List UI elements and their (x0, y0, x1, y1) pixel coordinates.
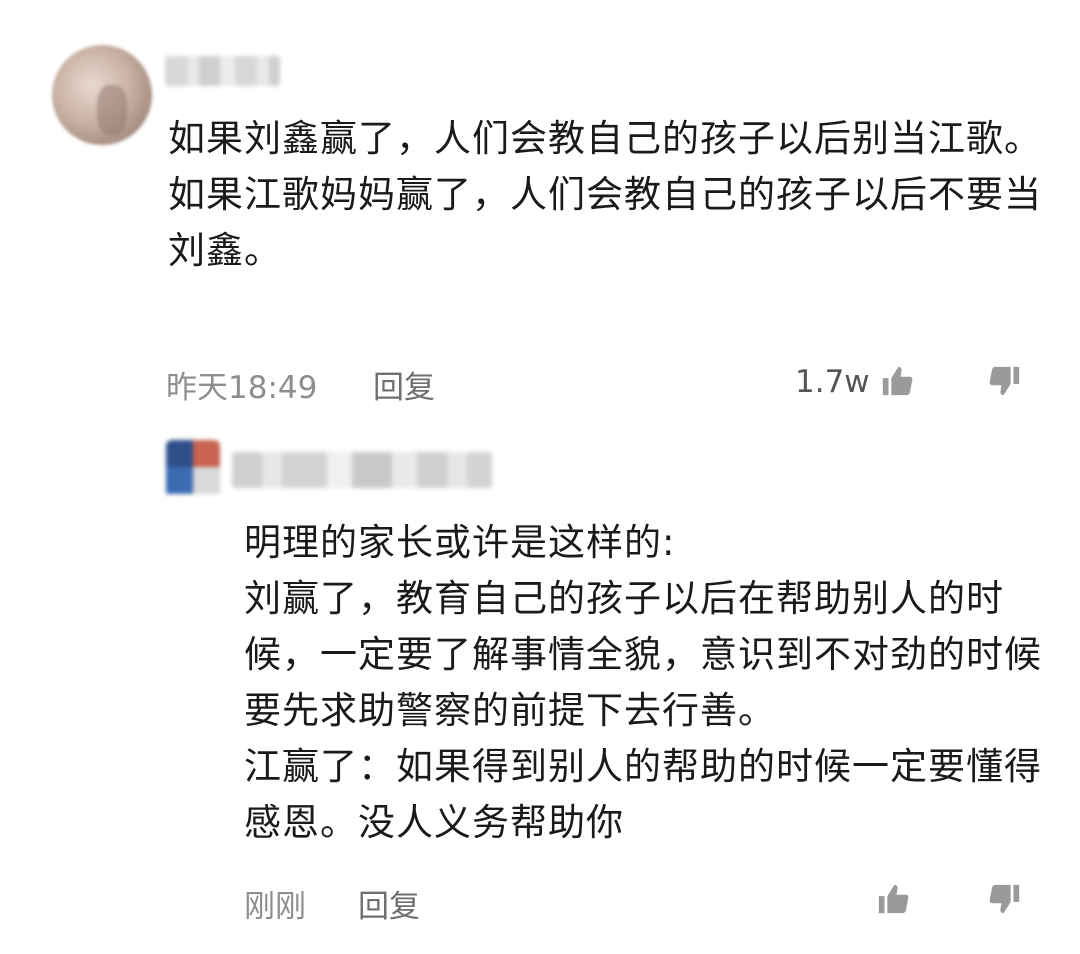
avatar[interactable] (166, 440, 220, 494)
thumbs-up-icon[interactable] (876, 882, 910, 916)
thumbs-down-icon[interactable] (988, 364, 1022, 398)
reply-button[interactable]: 回复 (358, 881, 420, 926)
reply-timestamp: 刚刚 (244, 889, 306, 925)
like-count: 1.7w (795, 364, 870, 400)
comment-timestamp: 昨天18:49 (166, 370, 318, 406)
reply-button[interactable]: 回复 (373, 362, 435, 407)
comment-text: 如果刘鑫赢了，人们会教自己的孩子以后别当江歌。 如果江歌妈妈赢了，人们会教自己的… (168, 117, 1042, 272)
thumbs-up-icon[interactable] (880, 364, 914, 398)
reply-text: 明理的家长或许是这样的: 刘赢了，教育自己的孩子以后在帮助别人的时候，一定要了解… (244, 521, 1042, 844)
username-blurred[interactable] (232, 452, 492, 488)
thumbs-down-icon[interactable] (988, 882, 1022, 916)
avatar[interactable] (52, 45, 152, 145)
username-blurred[interactable] (165, 56, 280, 86)
